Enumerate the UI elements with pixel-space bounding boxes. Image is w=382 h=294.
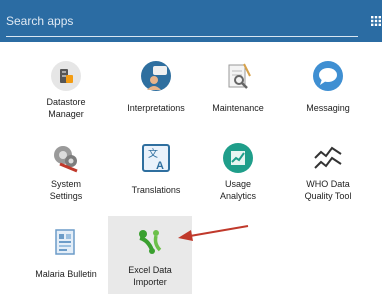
search-bar [0,0,382,42]
app-tile-interpretations[interactable]: Interpretations [114,52,198,124]
app-tile-system-settings[interactable]: System Settings [24,134,108,206]
app-label: Maintenance [212,103,264,113]
app-label: Datastore Manager [46,97,86,119]
excel-data-importer-icon [139,230,162,254]
app-label: Usage Analytics [219,179,256,201]
who-data-quality-icon [314,146,342,169]
messaging-icon [313,61,343,91]
system-settings-icon [54,146,78,173]
app-label: Excel Data Importer [128,265,172,287]
svg-text:A: A [156,160,164,172]
app-tile-translations[interactable]: 文 A Translations [114,134,198,206]
app-label: System Settings [49,179,83,201]
interpretations-icon [141,61,171,91]
app-label: Malaria Bulletin [35,269,97,279]
app-tile-excel-data-importer[interactable]: Excel Data Importer [108,216,192,294]
usage-analytics-icon [223,143,253,173]
app-tile-usage-analytics[interactable]: Usage Analytics [196,134,280,206]
app-label: Translations [131,185,181,195]
app-tile-who-data-quality-tool[interactable]: WHO Data Quality Tool [286,134,370,206]
app-tile-maintenance[interactable]: Maintenance [196,52,280,124]
malaria-bulletin-icon [55,229,75,255]
maintenance-icon [228,63,251,89]
app-grid-icon[interactable] [371,16,381,26]
app-label: Interpretations [127,103,185,113]
app-tile-malaria-bulletin[interactable]: Malaria Bulletin [24,218,108,290]
app-tile-datastore-manager[interactable]: Datastore Manager [24,52,108,124]
datastore-manager-icon [51,61,81,91]
translations-icon: 文 A [142,144,170,172]
svg-text:文: 文 [148,147,158,160]
search-input[interactable] [6,6,358,37]
app-tile-messaging[interactable]: Messaging [286,52,370,124]
app-label: WHO Data Quality Tool [304,179,352,201]
app-label: Messaging [306,103,350,113]
